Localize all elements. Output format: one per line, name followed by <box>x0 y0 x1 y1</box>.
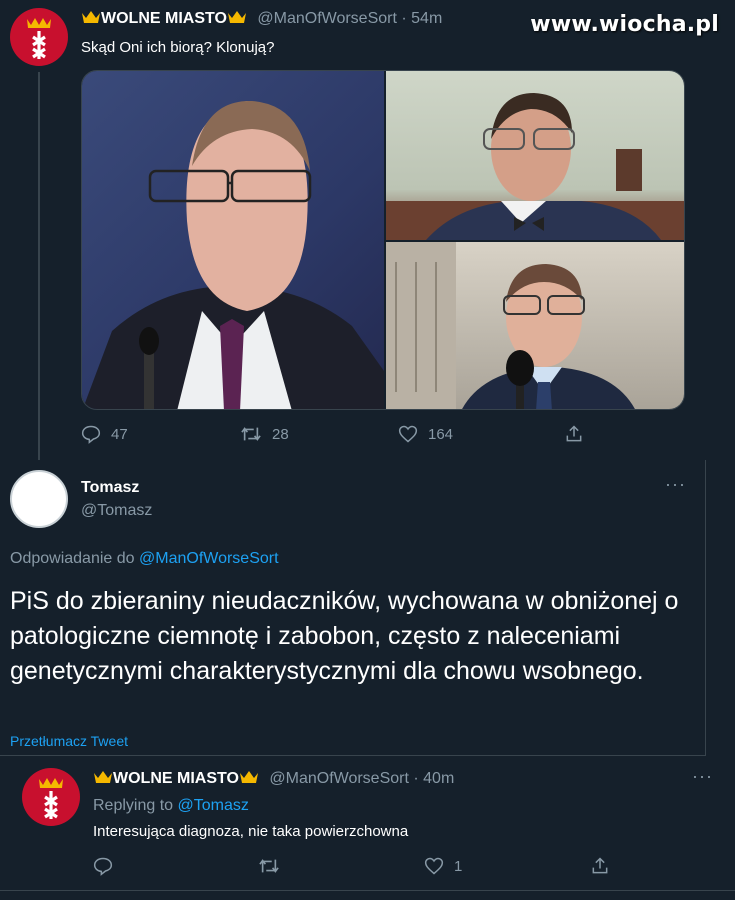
replying-to: Replying to @Tomasz <box>93 797 249 815</box>
watermark: www.wiocha.pl <box>530 12 719 37</box>
divider <box>705 460 706 756</box>
replying-to: Odpowiadanie do @ManOfWorseSort <box>10 550 279 568</box>
share-icon <box>566 425 582 442</box>
tweet-text: Skąd Oni ich biorą? Klonują? <box>81 39 275 56</box>
reply-count: 47 <box>111 425 128 443</box>
more-options-icon[interactable]: ··· <box>665 474 686 495</box>
divider <box>0 890 735 891</box>
separator-dot: · <box>413 770 419 787</box>
like-action[interactable]: 164 <box>398 424 453 444</box>
crown-icon <box>82 11 100 23</box>
avatar[interactable] <box>10 8 68 66</box>
crown-icon <box>227 11 246 23</box>
replying-prefix: Odpowiadanie do <box>10 550 135 567</box>
tweet-header: WOLNE MIASTO @ManOfWorseSort · 54m <box>81 10 442 28</box>
share-action[interactable] <box>564 424 584 444</box>
retweet-action[interactable] <box>258 856 280 876</box>
display-name[interactable]: WOLNE MIASTO <box>101 10 227 27</box>
divider <box>0 755 705 756</box>
tweet-text: PiS do zbieraniny nieudaczników, wychowa… <box>10 587 679 685</box>
separator-dot: · <box>401 10 407 27</box>
handle[interactable]: @ManOfWorseSort <box>269 770 409 787</box>
avatar[interactable] <box>10 470 68 528</box>
photo-3[interactable] <box>386 242 684 409</box>
photo-2[interactable] <box>386 71 684 240</box>
replying-to-link[interactable]: @Tomasz <box>178 797 249 814</box>
timestamp[interactable]: 40m <box>423 770 454 787</box>
portrait-image <box>82 100 384 409</box>
reply-action[interactable] <box>93 856 113 876</box>
retweet-icon <box>259 859 279 873</box>
replying-prefix: Replying to <box>93 797 174 814</box>
translate-link[interactable]: Przetłumacz Tweet <box>10 733 128 749</box>
share-icon <box>592 857 608 874</box>
avatar[interactable] <box>22 768 80 826</box>
gdansk-crest-icon <box>39 778 63 819</box>
retweet-action[interactable]: 28 <box>240 424 289 444</box>
like-action[interactable]: 1 <box>424 856 462 876</box>
more-options-icon[interactable]: ··· <box>692 766 713 787</box>
retweet-icon <box>241 427 261 441</box>
reply-action[interactable]: 47 <box>81 424 128 444</box>
heart-icon <box>424 857 444 875</box>
like-count: 1 <box>454 857 463 875</box>
reply-icon <box>81 425 101 444</box>
crown-icon <box>239 771 258 783</box>
photo-grid <box>81 70 685 410</box>
share-action[interactable] <box>590 856 610 876</box>
like-count: 164 <box>428 425 454 443</box>
heart-icon <box>398 425 418 443</box>
display-name[interactable]: WOLNE MIASTO <box>113 770 239 787</box>
reply-icon <box>93 857 113 876</box>
retweet-count: 28 <box>272 425 289 443</box>
thread-line <box>38 72 40 460</box>
portrait-image <box>386 93 684 240</box>
tweet-text: Interesująca diagnoza, nie taka powierzc… <box>93 823 409 840</box>
portrait-image <box>386 242 635 409</box>
timestamp[interactable]: 54m <box>411 10 442 27</box>
replying-to-link[interactable]: @ManOfWorseSort <box>139 550 279 567</box>
handle[interactable]: @Tomasz <box>81 502 152 520</box>
crown-icon <box>94 771 112 783</box>
photo-1[interactable] <box>82 71 384 409</box>
gdansk-crest-icon <box>27 18 51 59</box>
handle[interactable]: @ManOfWorseSort <box>257 10 397 27</box>
tweet-header: WOLNE MIASTO @ManOfWorseSort · 40m <box>93 770 454 788</box>
display-name[interactable]: Tomasz <box>81 479 139 497</box>
